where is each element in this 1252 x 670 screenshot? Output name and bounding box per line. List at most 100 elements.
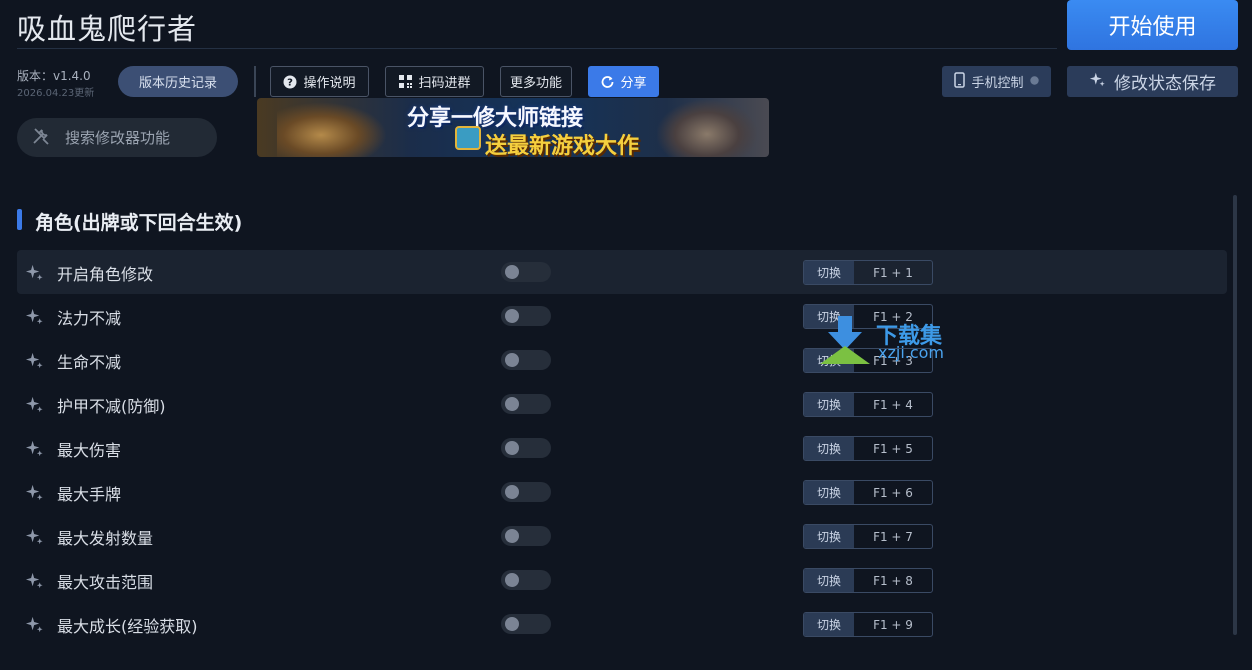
hotkey-value: F1 + 8: [873, 573, 913, 588]
cheat-list: 开启角色修改 切换 F1 + 1 法力不减 切换 F1 + 2 生命不减 切换 …: [17, 250, 1227, 646]
cheat-toggle[interactable]: [501, 482, 551, 502]
tools-icon: [31, 126, 51, 150]
sparkle-icon: [25, 484, 43, 501]
more-features-label: 更多功能: [509, 76, 562, 91]
hotkey-control: 切换 F1 + 7: [803, 524, 933, 549]
share-button[interactable]: 分享: [588, 66, 659, 97]
cheat-label: 最大发射数量: [57, 529, 154, 548]
cheat-label: 生命不减: [57, 353, 122, 372]
question-icon: ?: [283, 75, 297, 89]
title-divider: [17, 48, 1057, 49]
save-state-button[interactable]: 修改状态保存: [1067, 66, 1238, 97]
cheat-toggle[interactable]: [501, 306, 551, 326]
cheat-toggle[interactable]: [501, 526, 551, 546]
cheat-toggle[interactable]: [501, 394, 551, 414]
hotkey-switch-button[interactable]: 切换: [804, 437, 854, 460]
cheat-label: 开启角色修改: [57, 265, 154, 284]
qr-group-label: 扫码进群: [418, 76, 471, 91]
hotkey-value: F1 + 4: [873, 397, 913, 412]
cheat-row: 最大成长(经验获取) 切换 F1 + 9: [17, 602, 1227, 646]
help-button-label: 操作说明: [303, 76, 356, 91]
cheat-row: 生命不减 切换 F1 + 3: [17, 338, 1227, 382]
refresh-share-icon: [600, 75, 614, 89]
hotkey-control: 切换 F1 + 6: [803, 480, 933, 505]
download-arrow-icon: [820, 316, 870, 364]
hotkey-switch-button[interactable]: 切换: [804, 525, 854, 548]
cheat-row: 法力不减 切换 F1 + 2: [17, 294, 1227, 338]
save-state-label: 修改状态保存: [1114, 74, 1216, 94]
qr-group-button[interactable]: 扫码进群: [385, 66, 484, 97]
sparkle-icon: [25, 440, 43, 457]
app-title: 吸血鬼爬行者: [17, 12, 198, 46]
section-accent-bar: [17, 209, 22, 230]
sparkle-icon: [1089, 71, 1106, 93]
hotkey-switch-button[interactable]: 切换: [804, 481, 854, 504]
banner-knight-art: [657, 100, 757, 157]
sparkle-icon: [25, 616, 43, 633]
toggle-knob: [505, 573, 519, 587]
hotkey-switch-button[interactable]: 切换: [804, 569, 854, 592]
cheat-row: 最大手牌 切换 F1 + 6: [17, 470, 1227, 514]
cheat-label: 最大攻击范围: [57, 573, 154, 592]
hotkey-value: F1 + 1: [873, 265, 913, 280]
hotkey-switch-button[interactable]: 切换: [804, 613, 854, 636]
qr-code-icon: [398, 75, 412, 89]
hotkey-value: F1 + 7: [873, 529, 913, 544]
promo-banner[interactable]: 分享一修大师链接 送最新游戏大作: [257, 98, 769, 157]
hotkey-control: 切换 F1 + 9: [803, 612, 933, 637]
phone-control-button[interactable]: 手机控制: [942, 66, 1051, 97]
version-date: 2026.04.23更新: [17, 88, 95, 99]
site-watermark: 下载集 xzji.com: [818, 316, 968, 366]
cheat-label: 最大成长(经验获取): [57, 617, 198, 636]
toggle-knob: [505, 397, 519, 411]
hotkey-value: F1 + 6: [873, 485, 913, 500]
toggle-knob: [505, 309, 519, 323]
toggle-knob: [505, 617, 519, 631]
version-label: 版本：v1.4.0: [17, 69, 91, 83]
trainer-window: 吸血鬼爬行者 开始使用 版本：v1.4.0 2026.04.23更新 版本历史记…: [0, 0, 1252, 670]
toolbar-divider: [254, 66, 256, 97]
cheat-toggle[interactable]: [501, 350, 551, 370]
cheat-toggle[interactable]: [501, 438, 551, 458]
hotkey-control: 切换 F1 + 4: [803, 392, 933, 417]
version-history-button[interactable]: 版本历史记录: [118, 66, 238, 97]
share-label: 分享: [620, 76, 647, 91]
toggle-knob: [505, 265, 519, 279]
cheat-row: 最大攻击范围 切换 F1 + 8: [17, 558, 1227, 602]
watermark-domain: xzji.com: [878, 343, 945, 362]
help-button[interactable]: ? 操作说明: [270, 66, 369, 97]
svg-text:?: ?: [288, 77, 294, 88]
toggle-knob: [505, 485, 519, 499]
cheat-row: 最大发射数量 切换 F1 + 7: [17, 514, 1227, 558]
cheat-row: 最大伤害 切换 F1 + 5: [17, 426, 1227, 470]
hotkey-switch-button[interactable]: 切换: [804, 261, 854, 284]
cheat-toggle[interactable]: [501, 262, 551, 282]
cheat-toggle[interactable]: [501, 614, 551, 634]
sparkle-icon: [25, 264, 43, 281]
search-input[interactable]: [63, 127, 207, 148]
cheat-toggle[interactable]: [501, 570, 551, 590]
hotkey-switch-button[interactable]: 切换: [804, 393, 854, 416]
toggle-knob: [505, 529, 519, 543]
hotkey-value: F1 + 9: [873, 617, 913, 632]
cheat-label: 最大手牌: [57, 485, 122, 504]
phone-icon: [954, 71, 966, 92]
cheat-label: 护甲不减(防御): [57, 397, 166, 416]
hotkey-control: 切换 F1 + 1: [803, 260, 933, 285]
hotkey-control: 切换 F1 + 8: [803, 568, 933, 593]
cheat-row: 护甲不减(防御) 切换 F1 + 4: [17, 382, 1227, 426]
start-button[interactable]: 开始使用: [1067, 0, 1238, 50]
section-title: 角色(出牌或下回合生效): [35, 212, 243, 234]
sparkle-icon: [25, 308, 43, 325]
sparkle-icon: [25, 528, 43, 545]
scrollbar[interactable]: [1233, 195, 1237, 635]
search-box[interactable]: [17, 118, 217, 157]
hotkey-value: F1 + 5: [873, 441, 913, 456]
cheat-label: 法力不减: [57, 309, 122, 328]
sparkle-icon: [25, 572, 43, 589]
cheat-row: 开启角色修改 切换 F1 + 1: [17, 250, 1227, 294]
sparkle-icon: [25, 352, 43, 369]
banner-subline: 送最新游戏大作: [485, 134, 640, 157]
more-features-button[interactable]: 更多功能: [500, 66, 572, 97]
banner-warrior-art: [277, 102, 387, 157]
